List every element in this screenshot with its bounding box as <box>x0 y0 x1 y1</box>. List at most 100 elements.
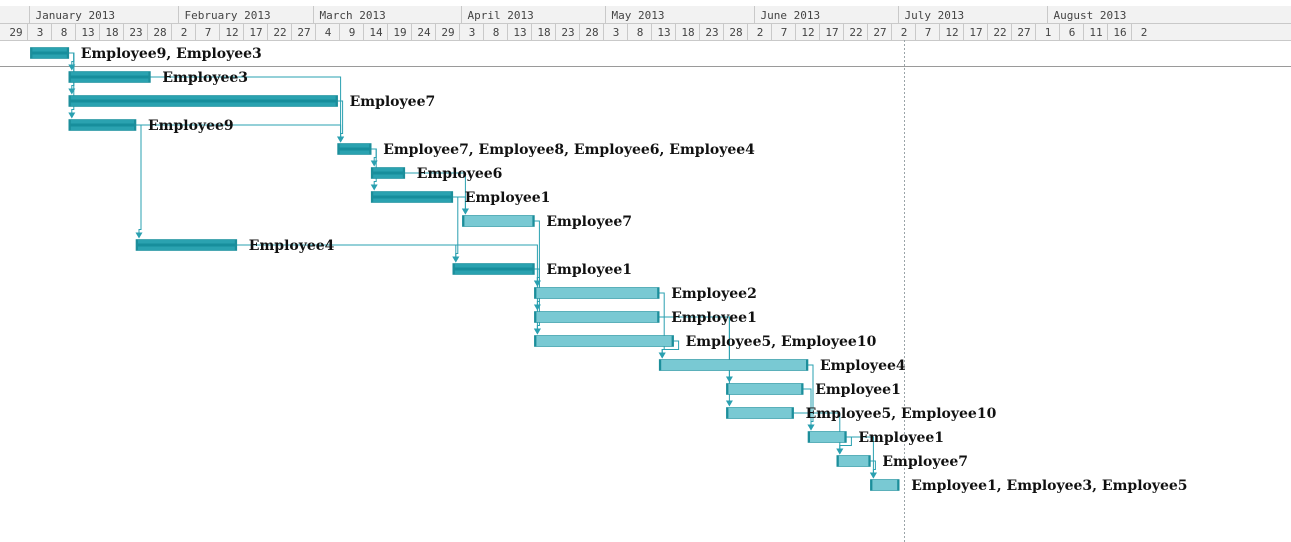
day-tick-label: 2 <box>1141 26 1148 39</box>
task-bar-start-cap <box>870 479 873 491</box>
dependency-link <box>371 148 377 162</box>
dependency-arrow <box>807 424 815 431</box>
day-tick-label: 12 <box>225 26 238 39</box>
day-tick-label: 7 <box>205 26 212 39</box>
task-bar-start-cap <box>30 47 33 59</box>
day-tick-label: 13 <box>81 26 94 39</box>
day-tick-label: 4 <box>325 26 332 39</box>
task-bar <box>658 359 809 371</box>
month-label: March 2013 <box>320 9 386 22</box>
task-bar-end-cap <box>234 239 237 251</box>
task-bar <box>534 287 660 299</box>
day-tick-label: 23 <box>561 26 574 39</box>
task-bar <box>534 335 674 347</box>
task-bar-progress <box>69 123 135 127</box>
task-bar <box>726 383 804 395</box>
task-bar <box>870 479 900 491</box>
dependency-arrow <box>533 328 541 335</box>
day-tick-label: 28 <box>729 26 742 39</box>
day-tick-label: 22 <box>273 26 286 39</box>
day-tick-label: 8 <box>637 26 644 39</box>
task-bar-end-cap <box>844 431 847 443</box>
day-tick-label: 29 <box>9 26 22 39</box>
task-bar-start-cap <box>726 383 729 395</box>
task-labels: Employee9, Employee3 Employee3 Employee7 Em… <box>81 46 1188 494</box>
day-tick-label: 27 <box>1017 26 1030 39</box>
day-tick-label: 2 <box>181 26 188 39</box>
day-tick-label: 7 <box>781 26 788 39</box>
day-tick-label: 22 <box>849 26 862 39</box>
day-tick-label: 23 <box>129 26 142 39</box>
day-tick-label: 14 <box>369 26 383 39</box>
task-bar-start-cap <box>68 95 71 107</box>
task-bar-progress <box>69 99 337 103</box>
task-bar-end-cap <box>791 407 794 419</box>
day-tick-label: 24 <box>417 26 431 39</box>
task-bar-progress <box>31 51 68 55</box>
task-bar-end-cap <box>450 191 453 203</box>
task-bar-end-cap <box>66 47 69 59</box>
task-label: Employee1 <box>671 310 757 326</box>
day-tick-label: 2 <box>757 26 764 39</box>
dependency-arrow <box>658 352 666 359</box>
dependency-arrow <box>452 256 460 263</box>
day-tick-label: 27 <box>297 26 310 39</box>
day-tick-label: 17 <box>249 26 262 39</box>
day-tick-label: 16 <box>1113 26 1126 39</box>
dependency-link <box>236 244 538 330</box>
task-label: Employee7, Employee8, Employee6, Employe… <box>383 142 755 158</box>
task-bar-start-cap <box>452 263 455 275</box>
day-tick-label: 22 <box>993 26 1006 39</box>
dependency-link <box>68 52 75 66</box>
task-bar-start-cap <box>534 287 537 299</box>
dependency-arrow <box>68 112 76 119</box>
task-bar <box>807 431 847 443</box>
task-bar <box>836 455 871 467</box>
task-bar <box>726 407 794 419</box>
day-tick-label: 12 <box>801 26 814 39</box>
task-bar-end-cap <box>806 359 808 371</box>
task-bar-end-cap <box>402 167 405 179</box>
task-label: Employee1 <box>858 430 944 446</box>
task-label: Employee9 <box>148 118 234 134</box>
day-tick-label: 28 <box>153 26 166 39</box>
dependency-link <box>136 124 142 234</box>
task-label: Employee7 <box>882 454 968 470</box>
task-bar-end-cap <box>335 95 338 107</box>
day-tick-label: 8 <box>61 26 68 39</box>
day-tick-label: 2 <box>901 26 908 39</box>
month-label: May 2013 <box>612 9 665 22</box>
day-tick-label: 8 <box>493 26 500 39</box>
task-label: Employee7 <box>546 214 632 230</box>
task-bar-start-cap <box>659 359 662 371</box>
task-bar-end-cap <box>532 263 535 275</box>
task-bar-progress <box>453 267 534 271</box>
task-bar-progress <box>69 75 150 79</box>
dependency-link <box>452 196 466 210</box>
day-tick-label: 13 <box>513 26 526 39</box>
task-bar <box>534 311 660 323</box>
task-bar-end-cap <box>657 311 660 323</box>
month-label: August 2013 <box>1054 9 1127 22</box>
task-bar-end-cap <box>868 455 871 467</box>
task-bar-end-cap <box>369 143 372 155</box>
dependency-arrow <box>725 400 733 407</box>
day-tick-label: 18 <box>681 26 694 39</box>
day-tick-label: 17 <box>969 26 982 39</box>
task-bar-end-cap <box>134 119 136 131</box>
dependency-arrow <box>135 232 143 239</box>
task-label: Employee1, Employee3, Employee5 <box>911 478 1187 494</box>
day-tick-label: 19 <box>393 26 406 39</box>
task-bar-end-cap <box>532 215 535 227</box>
dependency-arrow <box>836 448 844 455</box>
task-label: Employee1 <box>815 382 901 398</box>
task-label: Employee1 <box>546 262 632 278</box>
day-tick-label: 3 <box>613 26 620 39</box>
gantt-chart: January 2013 February 2013 March 2013 April… <box>0 6 1291 542</box>
task-bar-progress <box>372 195 452 199</box>
task-bar-end-cap <box>801 383 804 395</box>
task-bar-end-cap <box>897 479 900 491</box>
task-label: Employee4 <box>249 238 335 254</box>
task-bar-start-cap <box>808 431 810 443</box>
task-bar-start-cap <box>337 143 340 155</box>
